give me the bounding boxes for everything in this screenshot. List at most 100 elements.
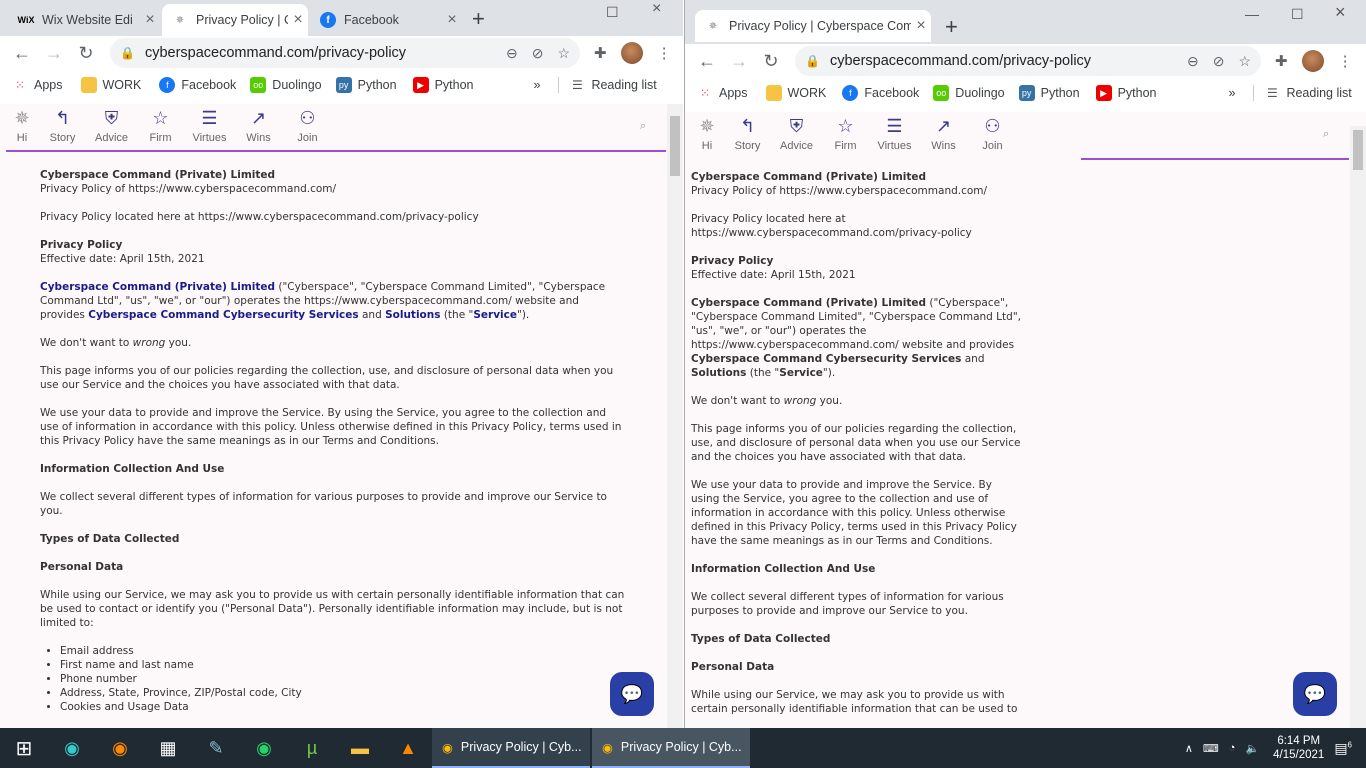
scrollbar-thumb[interactable] bbox=[670, 116, 680, 176]
keyboard-icon[interactable]: ⌨ bbox=[1203, 742, 1219, 755]
nav-story[interactable]: ↰ Story bbox=[38, 104, 87, 144]
notification-icon[interactable]: ▤6 bbox=[1334, 740, 1352, 757]
shield-icon: ⛨ bbox=[789, 116, 804, 136]
calculator-icon[interactable]: ▦ bbox=[144, 728, 192, 768]
bookmark-python-youtube[interactable]: ▶ Python bbox=[412, 77, 473, 93]
firefox-icon[interactable]: ◉ bbox=[96, 728, 144, 768]
nav-virtues[interactable]: ☰ Virtues bbox=[870, 112, 919, 152]
paint-icon[interactable]: ✎ bbox=[192, 728, 240, 768]
bookmark-python[interactable]: py Python bbox=[335, 77, 397, 93]
close-tab-icon[interactable]: × bbox=[288, 11, 308, 29]
chat-button[interactable]: 💬 bbox=[1293, 672, 1337, 716]
clock[interactable]: 6:14 PM 4/15/2021 bbox=[1273, 734, 1324, 762]
tab-wix[interactable]: WiX Wix Website Edi × bbox=[8, 4, 160, 36]
bookmark-python[interactable]: py Python bbox=[1018, 85, 1080, 101]
zoom-icon[interactable]: ⊖ bbox=[506, 45, 518, 62]
user-check-icon: ⚇ bbox=[984, 116, 1001, 136]
vlc-icon[interactable]: ▲ bbox=[384, 728, 432, 768]
address-bar[interactable]: 🔒 cyberspacecommand.com/privacy-policy ⊖… bbox=[110, 38, 580, 68]
chrome-icon: ◉ bbox=[442, 740, 453, 755]
reading-list-icon: ☰ bbox=[1267, 86, 1278, 100]
menu-icon[interactable]: ⋮ bbox=[657, 44, 672, 62]
nav-story[interactable]: ↰ Story bbox=[723, 112, 772, 152]
new-tab-button[interactable]: + bbox=[472, 6, 485, 32]
bookmark-apps[interactable]: ⁙ Apps bbox=[12, 77, 63, 93]
eye-off-icon[interactable]: ⊘ bbox=[1213, 53, 1225, 70]
reading-list[interactable]: ☰ Reading list bbox=[1253, 85, 1352, 101]
bookmark-duolingo[interactable]: oo Duolingo bbox=[933, 85, 1005, 101]
close-tab-icon[interactable]: × bbox=[140, 11, 160, 29]
zoom-icon[interactable]: ⊖ bbox=[1187, 53, 1199, 70]
file-explorer-icon[interactable]: ▬ bbox=[336, 728, 384, 768]
bookmarks-more[interactable]: » bbox=[1228, 86, 1235, 100]
nav-join[interactable]: ⚇ Join bbox=[283, 104, 332, 144]
avatar[interactable] bbox=[620, 42, 643, 64]
close-window-icon[interactable]: × bbox=[1335, 2, 1346, 23]
back-icon[interactable]: ← bbox=[691, 51, 723, 72]
nav-firm[interactable]: ☆ Firm bbox=[136, 104, 185, 144]
bookmark-python-youtube[interactable]: ▶ Python bbox=[1095, 85, 1156, 101]
extensions-icon[interactable]: ✚ bbox=[1275, 52, 1288, 70]
reading-list[interactable]: ☰ Reading list bbox=[558, 77, 657, 93]
nav-join[interactable]: ⚇ Join bbox=[968, 112, 1017, 152]
restore-icon[interactable]: ☐ bbox=[1291, 6, 1304, 23]
address-bar[interactable]: 🔒 cyberspacecommand.com/privacy-policy ⊖… bbox=[795, 46, 1261, 76]
scrollbar[interactable] bbox=[1350, 126, 1366, 728]
utorrent-icon[interactable]: µ bbox=[288, 728, 336, 768]
star-icon[interactable]: ☆ bbox=[557, 45, 570, 62]
bookmark-apps[interactable]: ⁙ Apps bbox=[697, 85, 748, 101]
search-icon[interactable]: ⌕ bbox=[640, 120, 646, 133]
menu-icon[interactable]: ⋮ bbox=[1338, 52, 1353, 70]
python-icon: py bbox=[335, 77, 352, 93]
scrollbar-thumb[interactable] bbox=[1353, 130, 1363, 170]
tab-facebook[interactable]: f Facebook × bbox=[310, 4, 462, 36]
facebook-icon: f bbox=[159, 77, 176, 93]
taskbar-window-chrome-2[interactable]: ◉ Privacy Policy | Cyb... bbox=[592, 728, 750, 768]
maximize-icon[interactable]: ☐ bbox=[606, 4, 619, 21]
bookmarks-more[interactable]: » bbox=[533, 78, 540, 92]
avatar[interactable] bbox=[1301, 50, 1324, 72]
volume-icon[interactable]: 🔈 bbox=[1245, 742, 1259, 755]
search-icon[interactable]: ⌕ bbox=[1323, 128, 1329, 141]
close-tab-icon[interactable]: × bbox=[442, 11, 462, 29]
bookmark-facebook[interactable]: f Facebook bbox=[842, 85, 919, 101]
chevron-up-icon[interactable]: ∧ bbox=[1185, 742, 1193, 755]
wifi-icon[interactable]: ◔ bbox=[1229, 742, 1236, 754]
tab-privacy-policy[interactable]: ✵ Privacy Policy | C × bbox=[162, 4, 308, 36]
whatsapp-icon[interactable]: ◉ bbox=[240, 728, 288, 768]
scrollbar[interactable] bbox=[667, 104, 683, 728]
lock-icon: 🔒 bbox=[805, 54, 820, 68]
bookmark-work[interactable]: WORK bbox=[80, 77, 141, 93]
bookmark-facebook[interactable]: f Facebook bbox=[159, 77, 236, 93]
nav-advice[interactable]: ⛨ Advice bbox=[87, 104, 136, 144]
star-icon[interactable]: ☆ bbox=[1238, 53, 1251, 70]
taskbar-window-chrome-1[interactable]: ◉ Privacy Policy | Cyb... bbox=[432, 728, 590, 768]
nav-wins[interactable]: ↗ Wins bbox=[234, 104, 283, 144]
nav-hi[interactable]: ✵ Hi bbox=[691, 112, 723, 152]
nav-advice[interactable]: ⛨ Advice bbox=[772, 112, 821, 152]
nav-firm[interactable]: ☆ Firm bbox=[821, 112, 870, 152]
nav-divider bbox=[1081, 158, 1349, 160]
bookmark-duolingo[interactable]: oo Duolingo bbox=[250, 77, 322, 93]
tab-privacy-policy[interactable]: ✵ Privacy Policy | Cyberspace Comm × bbox=[695, 10, 931, 42]
reload-icon[interactable]: ↻ bbox=[70, 43, 102, 64]
close-tab-icon[interactable]: × bbox=[911, 17, 931, 35]
nav-wins[interactable]: ↗ Wins bbox=[919, 112, 968, 152]
star-icon: ☆ bbox=[837, 116, 854, 136]
close-window-icon[interactable]: × bbox=[652, 0, 661, 18]
extensions-icon[interactable]: ✚ bbox=[594, 44, 607, 62]
reload-icon[interactable]: ↻ bbox=[755, 51, 787, 72]
chat-button[interactable]: 💬 bbox=[610, 672, 654, 716]
edge-icon[interactable]: ◉ bbox=[48, 728, 96, 768]
nav-hi[interactable]: ✵ Hi bbox=[6, 104, 38, 144]
eye-off-icon[interactable]: ⊘ bbox=[532, 45, 544, 62]
intro-paragraph: Cyberspace Command (Private) Limited ("C… bbox=[691, 297, 1021, 379]
forward-icon[interactable]: → bbox=[723, 51, 755, 72]
minimize-icon[interactable]: — bbox=[1245, 6, 1259, 22]
nav-virtues[interactable]: ☰ Virtues bbox=[185, 104, 234, 144]
new-tab-button[interactable]: + bbox=[945, 14, 958, 40]
bookmark-work[interactable]: WORK bbox=[765, 85, 826, 101]
windows-start-icon[interactable]: ⊞ bbox=[0, 728, 48, 768]
forward-icon[interactable]: → bbox=[38, 43, 70, 64]
back-icon[interactable]: ← bbox=[6, 43, 38, 64]
